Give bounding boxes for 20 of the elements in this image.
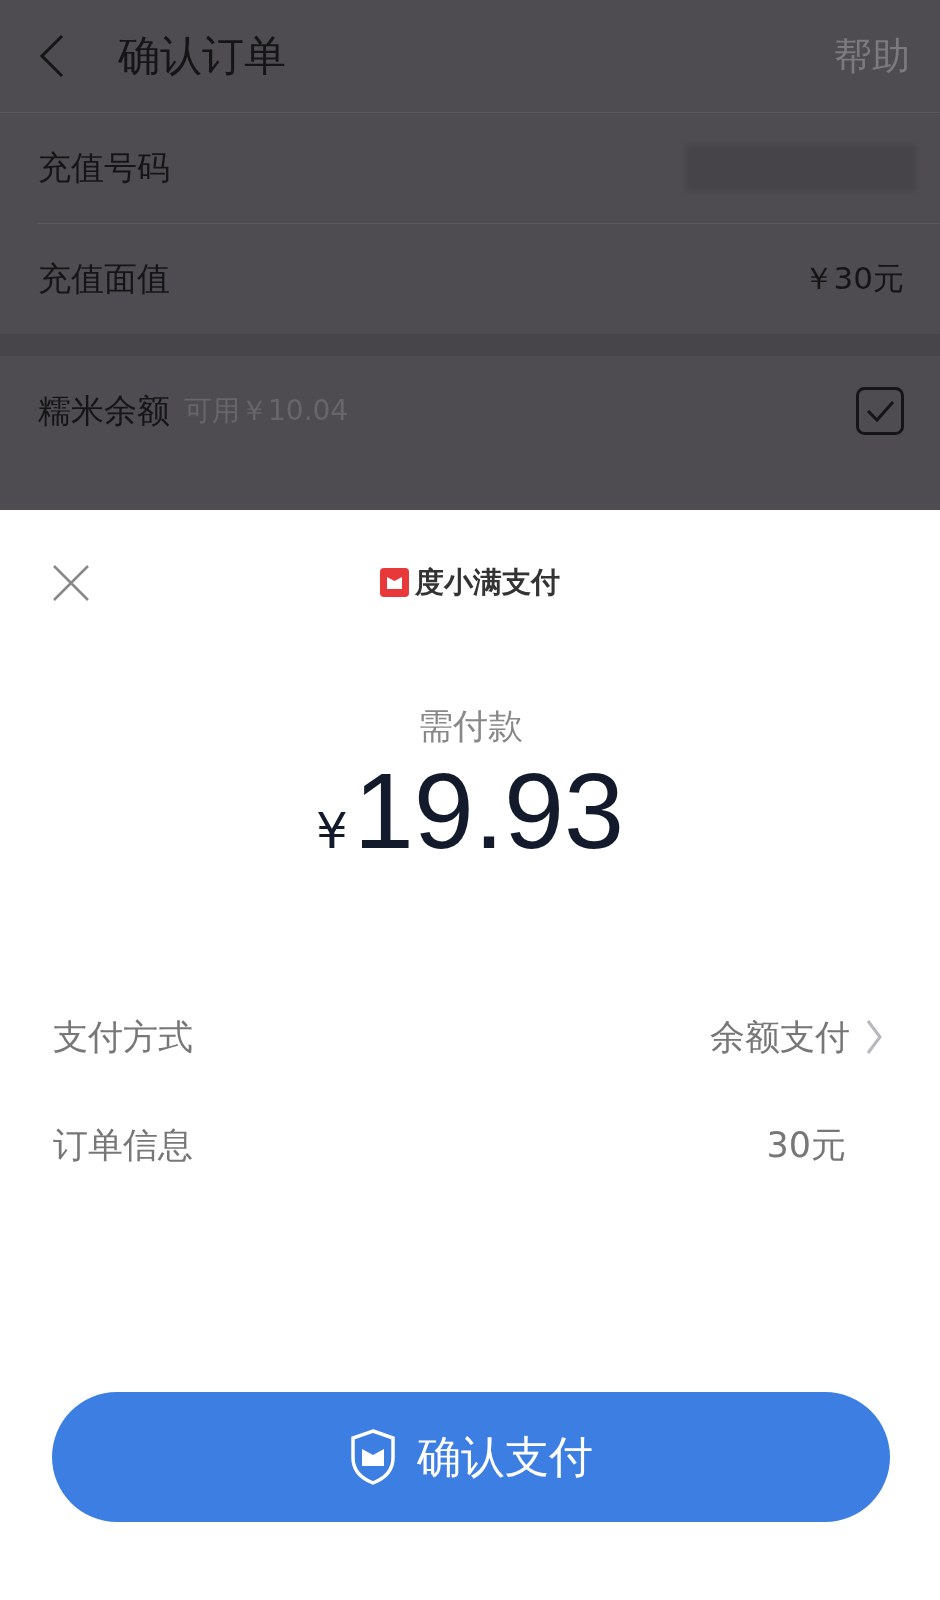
brand-name: 度小满支付 bbox=[415, 563, 560, 601]
detail-value: 30元 bbox=[766, 1123, 846, 1167]
shield-icon bbox=[349, 1428, 397, 1486]
detail-value: 余额支付 bbox=[710, 1015, 850, 1059]
back-icon[interactable] bbox=[38, 34, 66, 78]
amount-value: 19.93 bbox=[353, 749, 625, 873]
amount-label: 需付款 bbox=[416, 705, 524, 748]
row-label: 充值面值 bbox=[38, 257, 170, 300]
detail-label: 支付方式 bbox=[53, 1015, 194, 1059]
confirm-pay-button[interactable]: 确认支付 bbox=[52, 1392, 890, 1522]
page-title: 确认订单 bbox=[118, 30, 287, 82]
book-logo-icon bbox=[380, 568, 409, 597]
row-label: 糯米余额 bbox=[38, 389, 170, 432]
currency-symbol: ¥ bbox=[315, 802, 348, 860]
close-icon[interactable] bbox=[52, 564, 90, 602]
row-value: ￥30元 bbox=[802, 259, 904, 298]
detail-label: 订单信息 bbox=[53, 1123, 194, 1167]
chevron-right-icon bbox=[866, 1019, 882, 1055]
row-label: 充值号码 bbox=[38, 146, 170, 189]
checkbox[interactable] bbox=[856, 387, 904, 435]
